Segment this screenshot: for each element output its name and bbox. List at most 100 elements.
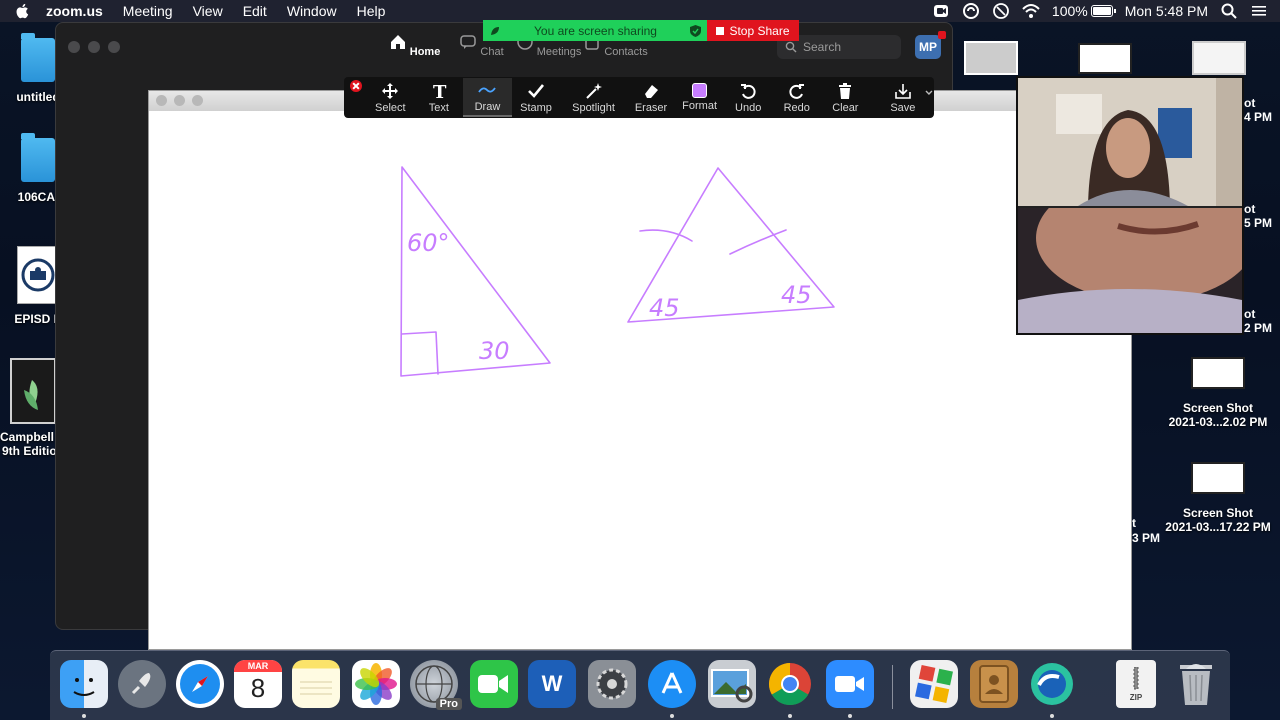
desktop-thumb-3[interactable] <box>1192 41 1246 75</box>
tab-label: Chat <box>480 46 504 58</box>
annotation-toolbar: Select T Text Draw Stamp Spotlight Erase… <box>344 77 934 118</box>
tab-label: Meetings <box>536 46 582 58</box>
notification-center-icon[interactable] <box>1250 2 1268 20</box>
eraser-icon <box>645 84 659 98</box>
dock-google-earth[interactable]: Pro <box>410 660 462 710</box>
desktop-screenshot-file[interactable]: Screen Shot 2021-03...2.02 PM <box>1153 357 1280 429</box>
avatar-initials: MP <box>919 40 937 54</box>
zoom-window-button[interactable] <box>192 95 203 106</box>
calendar-month: MAR <box>234 660 282 672</box>
save-icon <box>895 83 911 99</box>
tool-label: Eraser <box>634 101 668 114</box>
stamp-tool[interactable]: Stamp <box>512 78 561 117</box>
dock-safari[interactable] <box>176 660 224 708</box>
draw-tool[interactable]: Draw <box>463 78 512 117</box>
dock-chrome[interactable] <box>766 660 814 708</box>
menu-meeting[interactable]: Meeting <box>123 3 173 19</box>
running-indicator <box>82 714 86 718</box>
spotlight-tool[interactable]: Spotlight <box>560 78 626 117</box>
close-window-button[interactable] <box>156 95 167 106</box>
avatar[interactable]: MP <box>915 31 946 59</box>
close-annotation-button[interactable] <box>350 80 362 92</box>
video-panel[interactable] <box>1016 76 1244 335</box>
desktop-thumb-2[interactable] <box>1078 43 1132 74</box>
tab-label: Home <box>409 46 441 58</box>
menu-window[interactable]: Window <box>287 3 337 19</box>
dock-trash[interactable] <box>1172 660 1220 708</box>
participant-video-1[interactable] <box>1018 78 1242 206</box>
dock-edge[interactable] <box>1028 660 1076 708</box>
accessibility-icon[interactable] <box>992 2 1010 20</box>
dock-app-store[interactable] <box>648 660 696 708</box>
zoom-status-icon[interactable] <box>932 2 950 20</box>
edge-icon <box>1031 663 1073 705</box>
stop-icon <box>716 26 725 35</box>
menu-edit[interactable]: Edit <box>243 3 267 19</box>
desktop-partial-label: 5 PM <box>1244 216 1273 230</box>
tool-label: Redo <box>783 101 810 114</box>
wifi-icon[interactable] <box>1022 2 1040 20</box>
dock-zoom[interactable] <box>826 660 874 708</box>
chevron-down-icon[interactable] <box>924 88 934 98</box>
format-tool[interactable]: Format <box>675 78 724 117</box>
dock-archive[interactable]: ZIP <box>1116 660 1156 708</box>
dock-notes[interactable] <box>292 660 340 708</box>
apple-icon[interactable] <box>14 2 32 20</box>
spotlight-search-icon[interactable] <box>1220 2 1238 20</box>
angle-label-45-left: 45 <box>649 294 680 322</box>
desktop-screenshot-file[interactable]: Screen Shot 2021-03...17.22 PM <box>1153 462 1280 534</box>
select-tool[interactable]: Select <box>366 78 415 117</box>
sync-icon[interactable] <box>962 2 980 20</box>
clear-button[interactable]: Clear <box>821 78 870 117</box>
dock-photos[interactable] <box>352 660 400 708</box>
compass-icon <box>180 664 220 704</box>
menu-clock[interactable]: Mon 5:48 PM <box>1125 3 1208 19</box>
save-button[interactable]: Save <box>876 78 931 117</box>
sharing-status[interactable]: You are screen sharing <box>483 20 707 41</box>
redo-button[interactable]: Redo <box>772 78 821 117</box>
menu-bar: zoom.us Meeting View Edit Window Help 10… <box>0 0 1280 22</box>
finder-icon <box>73 678 95 696</box>
dock-system-preferences[interactable] <box>588 660 636 708</box>
close-window-button[interactable] <box>68 41 80 53</box>
stop-share-button[interactable]: Stop Share <box>707 20 799 41</box>
screenshot-thumbnail <box>1191 462 1245 494</box>
dock-contacts[interactable] <box>970 660 1018 708</box>
battery-status[interactable]: 100% <box>1052 3 1116 19</box>
menu-view[interactable]: View <box>193 3 223 19</box>
dock-calendar[interactable]: MAR 8 <box>234 660 282 708</box>
file-label: Screen Shot <box>1182 401 1254 415</box>
file-label: Screen Shot <box>1182 506 1254 520</box>
tool-label: Text <box>428 101 449 114</box>
leaf-icon <box>491 26 499 35</box>
undo-button[interactable]: Undo <box>724 78 773 117</box>
minimize-window-button[interactable] <box>174 95 185 106</box>
minimize-window-button[interactable] <box>88 41 100 53</box>
eraser-tool[interactable]: Eraser <box>627 78 676 117</box>
tick-mark-left <box>639 229 693 242</box>
search-icon <box>785 41 797 53</box>
address-book-icon <box>979 665 1009 703</box>
dock-launchpad[interactable] <box>118 660 166 708</box>
menu-help[interactable]: Help <box>357 3 386 19</box>
dock-word[interactable]: W <box>528 660 576 708</box>
whiteboard-canvas[interactable]: 60° 30 45 45 <box>149 111 1131 649</box>
zoom-window-button[interactable] <box>108 41 120 53</box>
rocket-icon <box>131 673 151 695</box>
tab-home[interactable]: Home <box>381 31 448 58</box>
menu-app-name[interactable]: zoom.us <box>46 3 103 19</box>
dock-microsoft-office[interactable] <box>910 660 958 708</box>
participant-video-2[interactable] <box>1018 208 1242 333</box>
dock-facetime[interactable] <box>470 660 518 708</box>
desktop-thumb-1[interactable] <box>964 41 1018 75</box>
window-controls <box>68 41 120 53</box>
screenshot-thumbnail <box>1191 357 1245 389</box>
photos-icon <box>355 663 397 705</box>
angle-label-45-right: 45 <box>781 281 812 309</box>
dock-preview[interactable] <box>708 660 756 708</box>
video-camera-icon <box>835 676 864 692</box>
dock-finder[interactable] <box>60 660 108 708</box>
text-tool[interactable]: T Text <box>415 78 464 117</box>
desktop-item-label: 106CAI <box>17 190 59 204</box>
file-sublabel: 2021-03...17.22 PM <box>1165 520 1271 534</box>
